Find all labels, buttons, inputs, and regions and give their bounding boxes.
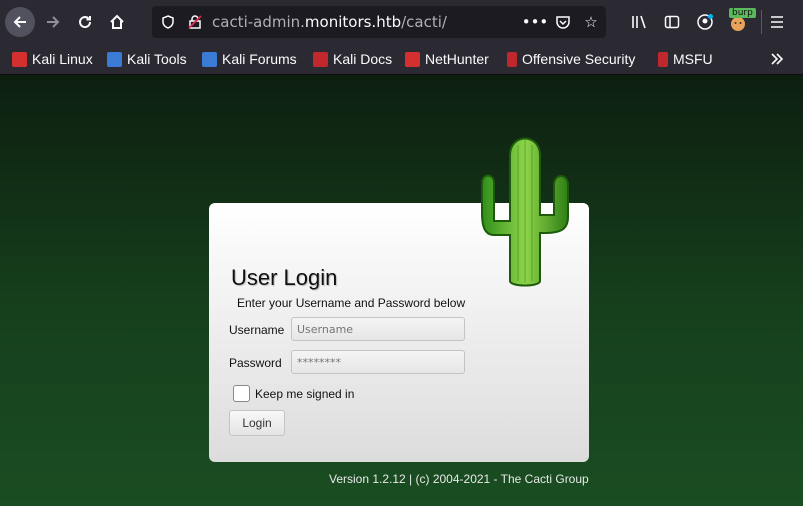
url-path: /cacti/ <box>401 13 447 31</box>
offsec-icon <box>507 51 517 67</box>
reload-icon <box>79 16 92 29</box>
remember-label[interactable]: Keep me signed in <box>255 387 354 401</box>
reload-button[interactable] <box>70 7 100 37</box>
msfu-icon <box>658 51 668 67</box>
menu-icon[interactable] <box>767 12 787 32</box>
insecure-lock-icon[interactable] <box>185 12 205 32</box>
bookmark-msfu[interactable]: MSFU <box>658 50 713 68</box>
library-icon[interactable] <box>630 12 650 32</box>
bookmark-nethunter[interactable]: NetHunter <box>405 50 489 68</box>
login-title: User Login <box>231 265 338 290</box>
browser-toolbar: cacti-admin.monitors.htb/cacti/ ••• ☆ bu… <box>0 0 803 44</box>
login-subtitle: Enter your Username and Password below <box>237 296 466 310</box>
version-footer: Version 1.2.12 | (c) 2004-2021 - The Cac… <box>329 472 589 486</box>
username-input[interactable] <box>291 317 465 341</box>
chevron-double-right-icon[interactable] <box>767 49 787 69</box>
sidebar-icon[interactable] <box>662 12 682 32</box>
forward-button[interactable] <box>38 7 68 37</box>
bookmarks-toolbar: Kali Linux Kali Tools Kali Forums Kali D… <box>0 44 803 75</box>
bookmark-label: NetHunter <box>425 51 489 67</box>
bookmark-label: Kali Linux <box>32 51 93 67</box>
more-actions-icon[interactable]: ••• <box>522 12 549 32</box>
bookmark-label: Kali Tools <box>127 51 187 67</box>
kali-dragon-icon <box>12 51 27 67</box>
cactus-logo <box>481 137 569 287</box>
url-host: monitors.htb <box>304 13 402 31</box>
bookmark-label: Kali Docs <box>333 51 393 67</box>
arrow-left-icon <box>13 16 26 28</box>
username-label: Username <box>229 323 285 337</box>
kali-forums-icon <box>202 51 217 67</box>
bookmark-kali-linux[interactable]: Kali Linux <box>12 50 93 68</box>
bookmark-offensive-security[interactable]: Offensive Security <box>507 50 635 68</box>
home-button[interactable] <box>102 7 132 37</box>
toolbar-divider <box>761 10 762 34</box>
bookmark-kali-forums[interactable]: Kali Forums <box>202 50 297 68</box>
back-button[interactable] <box>5 7 35 37</box>
bookmark-kali-docs[interactable]: Kali Docs <box>313 50 392 68</box>
bookmark-label: MSFU <box>673 51 713 67</box>
password-input[interactable] <box>291 350 465 374</box>
kali-docs-icon <box>313 51 328 67</box>
arrow-right-icon <box>47 16 60 28</box>
bookmark-label: Kali Forums <box>222 51 297 67</box>
remember-checkbox[interactable] <box>233 385 250 402</box>
burp-badge: burp <box>729 8 756 18</box>
url-text[interactable]: cacti-admin.monitors.htb/cacti/ <box>212 13 447 31</box>
pocket-icon[interactable] <box>553 12 573 32</box>
bookmark-label: Offensive Security <box>522 51 636 67</box>
nethunter-icon <box>405 51 420 67</box>
url-subdomain: cacti-admin. <box>212 13 305 31</box>
home-icon <box>110 14 124 29</box>
url-bar[interactable]: cacti-admin.monitors.htb/cacti/ ••• ☆ <box>152 6 606 38</box>
login-button[interactable]: Login <box>229 410 285 436</box>
shield-icon[interactable] <box>158 12 178 32</box>
bookmark-kali-tools[interactable]: Kali Tools <box>107 50 187 68</box>
account-icon[interactable] <box>695 12 715 32</box>
kali-tools-icon <box>107 51 122 67</box>
bookmark-star-icon[interactable]: ☆ <box>581 12 601 32</box>
page-content: User Login Enter your Username and Passw… <box>0 75 803 506</box>
password-label: Password <box>229 356 282 370</box>
